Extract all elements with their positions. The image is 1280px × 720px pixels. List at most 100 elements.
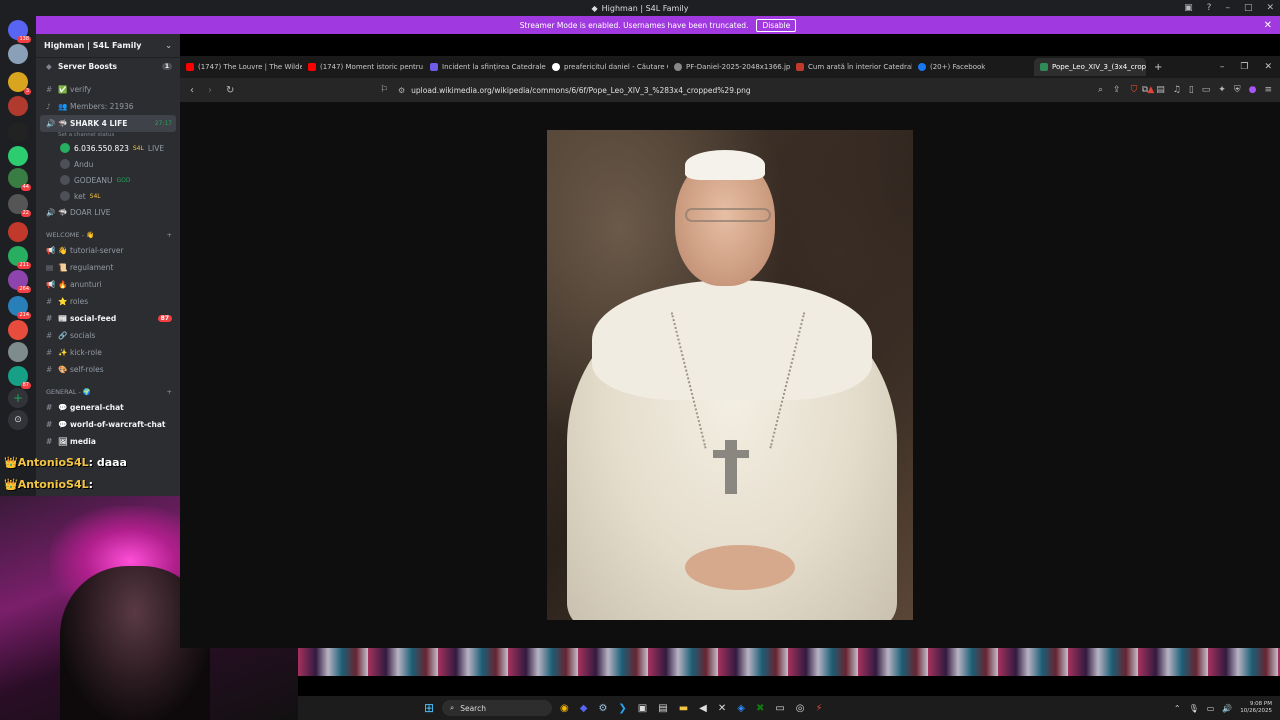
channel-world-of-warcraft-chat[interactable]: # 💬 world-of-warcraft-chat [36, 416, 180, 433]
server-icon[interactable] [8, 96, 28, 116]
windows-start-icon[interactable]: ⊞ [424, 701, 434, 715]
app-icon[interactable]: ◀ [699, 703, 707, 714]
network-icon[interactable]: ▭ [1207, 704, 1215, 713]
displayed-image[interactable] [547, 130, 913, 620]
server-icon[interactable]: 3 [8, 72, 31, 95]
channel-media[interactable]: # 🖼 media [36, 433, 180, 450]
tab-active[interactable]: Pope_Leo_XIV_3_(3x4_crop✕ [1034, 58, 1146, 76]
voice-user[interactable]: ket S4L [36, 188, 180, 204]
xbox-icon[interactable]: ✖ [756, 703, 764, 714]
new-tab-button[interactable]: + [1146, 62, 1170, 73]
url-field[interactable]: ⚙ upload.wikimedia.org/wikipedia/commons… [398, 86, 918, 95]
discover-icon[interactable]: ⊙ [8, 410, 28, 430]
tab[interactable]: PF-Daniel-2025-2048x1366.jpg [668, 58, 790, 76]
direct-messages-icon[interactable]: 138 [8, 20, 31, 43]
voice-user[interactable]: 6.036.550.823 S4L LIVE [36, 140, 180, 156]
vpn-icon[interactable]: ✦ [1218, 85, 1226, 95]
app-icon[interactable]: ▭ [775, 703, 784, 714]
voice-channel-doar-live[interactable]: 🔊 🦈 DOAR LIVE [36, 204, 180, 221]
channel-verify[interactable]: # ✅ verify [36, 81, 180, 98]
server-icon[interactable] [8, 122, 28, 142]
server-icon[interactable]: 264 [8, 270, 31, 293]
bookmark-icon[interactable]: ⚐ [380, 85, 398, 95]
category-general[interactable]: GENERAL - 🌍 + [36, 384, 180, 399]
tab[interactable]: Incident la sfințirea Catedralei [424, 58, 546, 76]
voice-user[interactable]: Andu [36, 156, 180, 172]
voice-user[interactable]: GODEANU GOD [36, 172, 180, 188]
tab[interactable]: (1747) The Louvre | The Wilder [180, 58, 302, 76]
server-icon[interactable] [8, 44, 28, 64]
server-icon[interactable] [8, 320, 28, 340]
category-welcome[interactable]: WELCOME - 👋 + [36, 227, 180, 242]
channel-tutorial-server[interactable]: 📢 👋 tutorial-server [36, 242, 180, 259]
site-info-icon[interactable]: ⚙ [398, 86, 405, 95]
voice-channel-shark[interactable]: 🔊 🦈 SHARK 4 LIFE 27:17 [40, 115, 176, 132]
menu-icon[interactable]: ≡ [1264, 85, 1272, 95]
server-header[interactable]: Highman | S4L Family ⌄ [36, 34, 180, 58]
tab[interactable]: (1747) Moment istoric pentru [302, 58, 424, 76]
server-icon[interactable]: 87 [8, 366, 31, 389]
app-icon[interactable]: ⚡ [816, 703, 823, 714]
channel-kick-role[interactable]: # ✨ kick-role [36, 344, 180, 361]
channel-status[interactable]: Set a channel status [36, 132, 180, 140]
share-icon[interactable]: ⇪ [1113, 85, 1121, 95]
server-boosts[interactable]: ◆ Server Boosts 1 [36, 58, 180, 75]
brave-shield-icon[interactable]: ⛉ [1131, 85, 1138, 95]
app-icon[interactable]: ✕ [718, 703, 726, 714]
wallet-icon[interactable]: ▭ [1202, 85, 1211, 95]
server-icon[interactable]: 44 [8, 168, 31, 191]
taskbar-clock[interactable]: 9:08 PM 10/26/2025 [1240, 701, 1272, 715]
channel-social-feed[interactable]: # 📰 social-feed 87 [36, 310, 180, 327]
server-icon[interactable] [8, 222, 28, 242]
forward-icon[interactable]: › [208, 85, 212, 96]
close-button[interactable]: ✕ [1266, 3, 1274, 13]
inbox-icon[interactable]: ▣ [1184, 3, 1193, 13]
server-icon[interactable]: 211 [8, 246, 31, 269]
close-button[interactable]: ✕ [1264, 62, 1272, 72]
terminal-icon[interactable]: ▤ [658, 703, 667, 714]
taskbar-search[interactable]: ⌕ Search [442, 700, 552, 716]
channel-anunturi[interactable]: 📢 🔥 anunturi [36, 276, 180, 293]
mic-icon[interactable]: 🎙 [1189, 704, 1199, 713]
app-icon[interactable]: ◈ [737, 703, 745, 714]
obs-icon[interactable]: ◎ [796, 703, 805, 714]
discord-icon[interactable]: ◆ [580, 703, 588, 714]
sidebar-icon[interactable]: ▯ [1189, 85, 1194, 95]
zoom-icon[interactable]: ⌕ [1098, 85, 1103, 95]
tab[interactable]: Cum arată în interior Catedrala [790, 58, 912, 76]
reader-icon[interactable]: ▤ [1156, 85, 1165, 95]
restore-button[interactable]: ❐ [1240, 62, 1248, 72]
steam-icon[interactable]: ⚙ [598, 703, 607, 714]
reload-icon[interactable]: ↻ [226, 85, 234, 96]
banner-close-icon[interactable]: ✕ [1264, 20, 1272, 31]
help-icon[interactable]: ? [1207, 3, 1212, 13]
channel-socials[interactable]: # 🔗 socials [36, 327, 180, 344]
back-icon[interactable]: ‹ [190, 85, 194, 96]
add-channel-icon[interactable]: + [167, 388, 172, 396]
extensions-icon[interactable]: ⧉ [1142, 85, 1148, 95]
volume-icon[interactable]: 🔊 [1222, 704, 1232, 713]
channel-general-chat[interactable]: # 💬 general-chat [36, 399, 180, 416]
tab[interactable]: preafericitul daniel - Căutare G [546, 58, 668, 76]
vscode-icon[interactable]: ❯ [618, 703, 626, 714]
app-icon[interactable]: ▣ [638, 703, 647, 714]
server-icon[interactable]: 22 [8, 194, 31, 217]
server-icon[interactable]: 214 [8, 296, 31, 319]
server-icon[interactable] [8, 342, 28, 362]
minimize-button[interactable]: – [1220, 62, 1225, 72]
shield-icon[interactable]: ⛨ [1234, 85, 1241, 95]
minimize-button[interactable]: – [1225, 3, 1230, 13]
add-channel-icon[interactable]: + [167, 231, 172, 239]
tab[interactable]: (20+) Facebook [912, 58, 1034, 76]
server-icon[interactable] [8, 146, 28, 166]
maximize-button[interactable]: □ [1244, 3, 1253, 13]
leo-icon[interactable]: ● [1249, 85, 1257, 95]
channel-self-roles[interactable]: # 🎨 self-roles [36, 361, 180, 378]
file-explorer-icon[interactable]: ▬ [679, 703, 688, 714]
chevron-up-icon[interactable]: ⌃ [1174, 704, 1181, 713]
add-server-icon[interactable]: + [8, 388, 28, 408]
channel-roles[interactable]: # ⭐ roles [36, 293, 180, 310]
media-icon[interactable]: ♫ [1173, 85, 1181, 95]
chrome-icon[interactable]: ◉ [560, 703, 569, 714]
channel-regulament[interactable]: ▤ 📜 regulament [36, 259, 180, 276]
